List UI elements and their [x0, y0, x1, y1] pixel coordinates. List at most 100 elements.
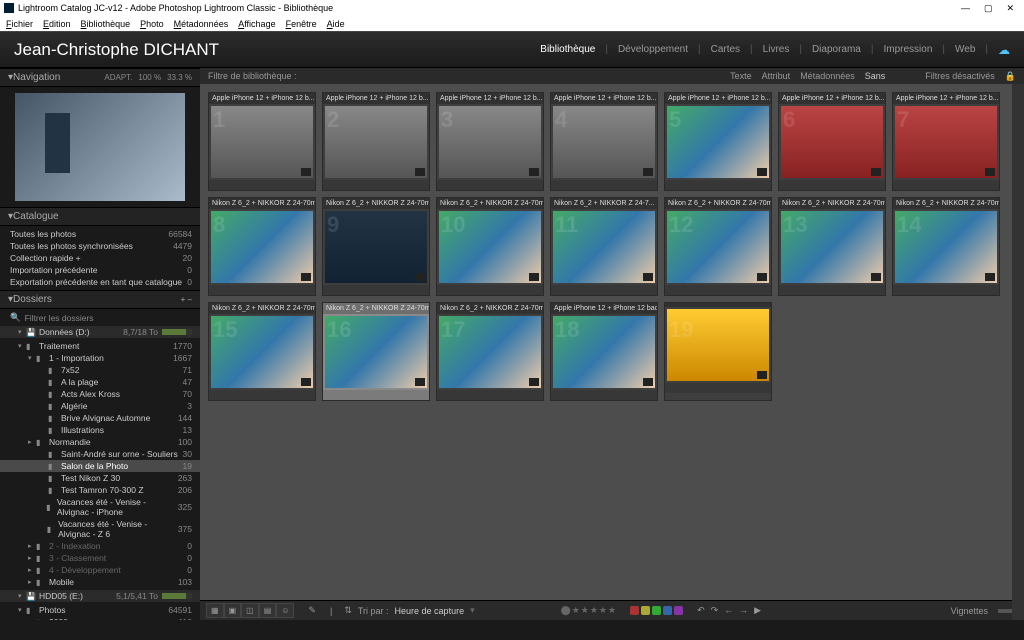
folder-row[interactable]: ▾▮Photos64591 — [0, 604, 200, 616]
sort-direction-icon[interactable]: ⇅ — [344, 605, 352, 616]
folder-row[interactable]: ▸▮Mobile103 — [0, 576, 200, 588]
filters-disabled-label[interactable]: Filtres désactivés — [925, 71, 995, 82]
module-livres[interactable]: Livres — [763, 44, 790, 55]
grid-cell[interactable]: 3Apple iPhone 12 + iPhone 12 b... — [436, 92, 544, 191]
grid-cell[interactable]: 12Nikon Z 6_2 + NIKKOR Z 24-70m... — [664, 197, 772, 296]
menu-photo[interactable]: Photo — [140, 19, 164, 29]
grid-cell[interactable]: 2Apple iPhone 12 + iPhone 12 b... — [322, 92, 430, 191]
folder-icon: ▮ — [36, 438, 46, 447]
folder-row[interactable]: ▾▮1 - Importation1667 — [0, 352, 200, 364]
catalogue-row[interactable]: Toutes les photos synchronisées4479 — [0, 240, 200, 252]
close-button[interactable]: ✕ — [1006, 3, 1014, 14]
flag-badge — [415, 168, 425, 176]
rating-stars[interactable]: ⬤★★★★★ — [561, 605, 616, 616]
drive-row[interactable]: ▾💾 Données (D:) 8,7/18 To — [0, 326, 200, 338]
play-icon[interactable]: ▶ — [754, 605, 761, 616]
title-bar: Lightroom Catalog JC-v12 - Adobe Photosh… — [0, 0, 1024, 16]
grid-cell[interactable]: 5Apple iPhone 12 + iPhone 12 b... — [664, 92, 772, 191]
survey-view-icon[interactable]: ▤ — [259, 603, 277, 618]
catalogue-row[interactable]: Toutes les photos66584 — [0, 228, 200, 240]
drive-row-2[interactable]: ▾💾 HDD05 (E:) 5,1/5,41 To — [0, 590, 200, 602]
menu-affichage[interactable]: Affichage — [238, 19, 275, 29]
menu-fichier[interactable]: Fichier — [6, 19, 33, 29]
folder-row[interactable]: ▾▮Traitement1770 — [0, 340, 200, 352]
compare-view-icon[interactable]: ◫ — [241, 603, 259, 618]
grid-cell[interactable]: 4Apple iPhone 12 + iPhone 12 b... — [550, 92, 658, 191]
grid-cell[interactable]: 13Nikon Z 6_2 + NIKKOR Z 24-70m... — [778, 197, 886, 296]
folder-icon: ▮ — [48, 402, 58, 411]
folder-row[interactable]: ▸▮4 - Développement0 — [0, 564, 200, 576]
folder-row[interactable]: ▸▮3 - Classement0 — [0, 552, 200, 564]
dossiers-header[interactable]: ▾ Dossiers + – — [0, 290, 200, 309]
lock-icon[interactable]: 🔒 — [1005, 71, 1016, 82]
folder-row[interactable]: ▮7x5271 — [0, 364, 200, 376]
grid-cell[interactable]: 10Nikon Z 6_2 + NIKKOR Z 24-70m... — [436, 197, 544, 296]
grid-cell[interactable]: 14Nikon Z 6_2 + NIKKOR Z 24-70m... — [892, 197, 1000, 296]
navigator-header[interactable]: ▾ Navigation ADAPT. 100 % 33.3 % — [0, 68, 200, 87]
grid-cell[interactable]: 8Nikon Z 6_2 + NIKKOR Z 24-70m... — [208, 197, 316, 296]
flag-badge — [643, 273, 653, 281]
menu-métadonnées[interactable]: Métadonnées — [174, 19, 229, 29]
folder-row[interactable]: ▸▮2000110 — [0, 616, 200, 620]
menu-fenêtre[interactable]: Fenêtre — [286, 19, 317, 29]
menu-bibliothèque[interactable]: Bibliothèque — [81, 19, 131, 29]
maximize-button[interactable]: ▢ — [984, 3, 993, 14]
module-cartes[interactable]: Cartes — [711, 44, 740, 55]
folder-row[interactable]: ▸▮Normandie100 — [0, 436, 200, 448]
catalogue-row[interactable]: Importation précédente0 — [0, 264, 200, 276]
menu-edition[interactable]: Edition — [43, 19, 71, 29]
catalogue-row[interactable]: Exportation précédente en tant que catal… — [0, 276, 200, 288]
module-développement[interactable]: Développement — [618, 44, 688, 55]
grid-cell[interactable]: 7Apple iPhone 12 + iPhone 12 b... — [892, 92, 1000, 191]
folder-row[interactable]: ▮Algérie3 — [0, 400, 200, 412]
people-view-icon[interactable]: ☺ — [276, 603, 294, 618]
rotate-right-icon[interactable]: ↷ — [711, 605, 719, 616]
prev-icon[interactable]: ← — [724, 605, 733, 616]
thumbnails-label: Vignettes — [951, 606, 988, 616]
grid-cell[interactable]: 11Nikon Z 6_2 + NIKKOR Z 24-7... — [550, 197, 658, 296]
grid-cell[interactable]: 16Nikon Z 6_2 + NIKKOR Z 24-70m... — [322, 302, 430, 401]
folder-row[interactable]: ▮A la plage47 — [0, 376, 200, 388]
filter-folders[interactable]: 🔍 Filtrer les dossiers — [0, 309, 200, 326]
grid-view-icon[interactable]: ▦ — [206, 603, 224, 618]
folder-row[interactable]: ▮Test Nikon Z 30263 — [0, 472, 200, 484]
filter-tab-sans[interactable]: Sans — [865, 71, 886, 82]
grid-cell[interactable]: 19 — [664, 302, 772, 401]
module-web[interactable]: Web — [955, 44, 975, 55]
filter-tab-attribut[interactable]: Attribut — [762, 71, 791, 82]
grid-cell[interactable]: 6Apple iPhone 12 + iPhone 12 b... — [778, 92, 886, 191]
catalogue-header[interactable]: ▾ Catalogue — [0, 207, 200, 226]
next-icon[interactable]: → — [739, 605, 748, 616]
folder-row[interactable]: ▮Vacances été - Venise - Alvignac - iPho… — [0, 496, 200, 518]
grid-cell[interactable]: 1Apple iPhone 12 + iPhone 12 b... — [208, 92, 316, 191]
folder-row[interactable]: ▮Acts Alex Kross70 — [0, 388, 200, 400]
module-bibliothèque[interactable]: Bibliothèque — [540, 44, 595, 55]
folder-row[interactable]: ▮Brive Alvignac Automne144 — [0, 412, 200, 424]
folder-row[interactable]: ▮Salon de la Photo19 — [0, 460, 200, 472]
filter-tab-métadonnées[interactable]: Métadonnées — [800, 71, 855, 82]
grid-cell[interactable]: 18Apple iPhone 12 + iPhone 12 back... — [550, 302, 658, 401]
folder-row[interactable]: ▮Saint-André sur orne - Souliers30 — [0, 448, 200, 460]
navigator-preview[interactable] — [0, 87, 200, 207]
module-impression[interactable]: Impression — [883, 44, 932, 55]
loupe-view-icon[interactable]: ▣ — [224, 603, 242, 618]
filter-tab-texte[interactable]: Texte — [730, 71, 752, 82]
sort-dropdown[interactable]: Heure de capture — [395, 606, 465, 616]
rotate-left-icon[interactable]: ↶ — [697, 605, 705, 616]
grid-cell[interactable]: 17Nikon Z 6_2 + NIKKOR Z 24-70m... — [436, 302, 544, 401]
grid-cell[interactable]: 9Nikon Z 6_2 + NIKKOR Z 24-70m... — [322, 197, 430, 296]
folder-row[interactable]: ▮Test Tamron 70-300 Z206 — [0, 484, 200, 496]
folder-row[interactable]: ▮Illustrations13 — [0, 424, 200, 436]
folder-row[interactable]: ▮Vacances été - Venise - Alvignac - Z 63… — [0, 518, 200, 540]
menu-aide[interactable]: Aide — [327, 19, 345, 29]
minimize-button[interactable]: — — [961, 3, 970, 14]
painter-icon[interactable]: ✎ — [308, 605, 316, 616]
grid-scrollbar[interactable] — [1012, 84, 1024, 620]
folder-row[interactable]: ▸▮2 - Indexation0 — [0, 540, 200, 552]
catalogue-row[interactable]: Collection rapide +20 — [0, 252, 200, 264]
grid-cell[interactable]: 15Nikon Z 6_2 + NIKKOR Z 24-70m... — [208, 302, 316, 401]
color-labels[interactable] — [630, 606, 683, 615]
folder-tree: ▾▮Traitement1770▾▮1 - Importation1667▮7x… — [0, 338, 200, 590]
cloud-sync-icon[interactable]: ☁ — [998, 43, 1010, 57]
module-diaporama[interactable]: Diaporama — [812, 44, 861, 55]
